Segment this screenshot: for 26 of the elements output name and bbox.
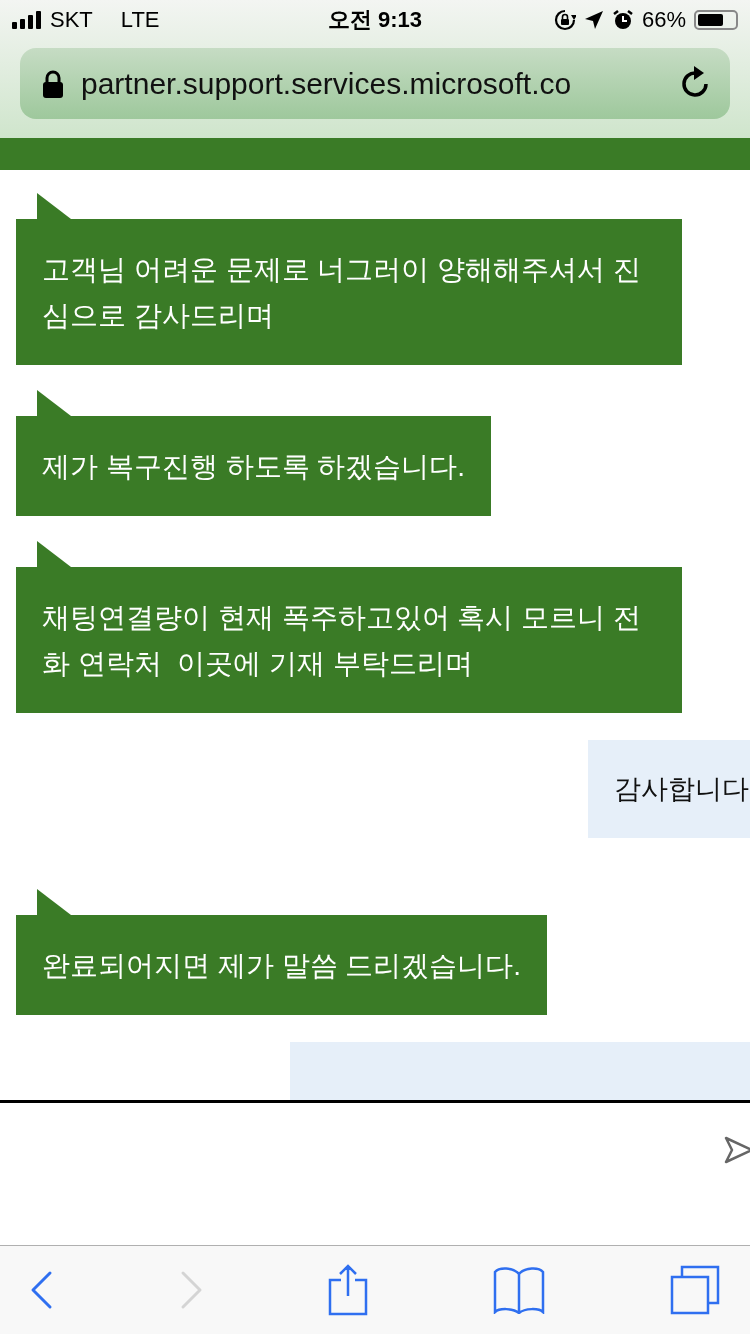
battery-percentage: 66% bbox=[641, 7, 686, 33]
signal-icon bbox=[12, 11, 42, 29]
agent-message: 채팅연결량이 현재 폭주하고있어 혹시 모르니 전화 연락처 이곳에 기재 부탁드리며 bbox=[16, 567, 682, 713]
clock-time: 오전 9:13 bbox=[327, 6, 423, 34]
agent-message: 고객님 어려운 문제로 너그러이 양해해주셔서 진심으로 감사드리며 bbox=[16, 219, 682, 365]
lock-icon bbox=[43, 69, 63, 98]
battery-icon bbox=[694, 10, 738, 30]
alarm-clock-icon bbox=[611, 9, 634, 31]
location-arrow-icon bbox=[583, 10, 604, 30]
bubble-tail bbox=[37, 541, 71, 567]
carrier-name: SKT bbox=[50, 7, 93, 33]
send-icon[interactable] bbox=[724, 1135, 750, 1165]
share-button[interactable] bbox=[328, 1264, 368, 1316]
bookmarks-button[interactable] bbox=[493, 1266, 545, 1314]
url-text: partner.support.services.microsoft.co bbox=[81, 66, 573, 101]
rotation-lock-icon bbox=[553, 9, 576, 31]
network-type: LTE bbox=[120, 7, 160, 33]
user-message: 감사합니다 bbox=[588, 740, 750, 838]
back-button[interactable] bbox=[30, 1270, 54, 1310]
bubble-tail bbox=[37, 889, 71, 915]
bubble-tail bbox=[37, 390, 71, 416]
agent-message: 제가 복구진행 하도록 하겠습니다. bbox=[16, 416, 492, 516]
tabs-button[interactable] bbox=[670, 1265, 720, 1315]
agent-message: 완료되어지면 제가 말씀 드리겠습니다. bbox=[16, 915, 548, 1015]
address-bar[interactable]: partner.support.services.microsoft.co bbox=[20, 48, 730, 119]
bubble-tail bbox=[37, 193, 71, 219]
